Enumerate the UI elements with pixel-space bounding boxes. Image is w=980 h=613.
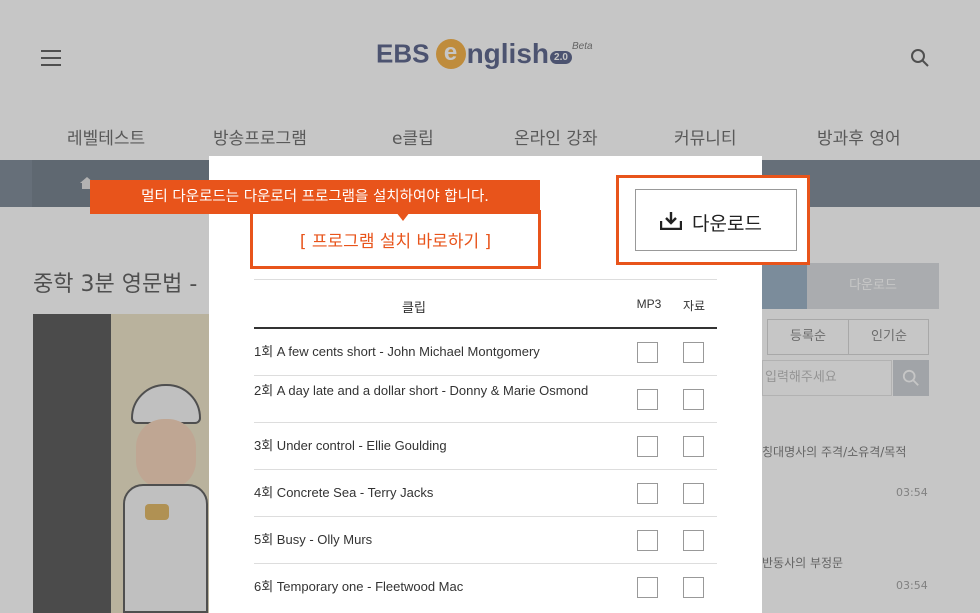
data-checkbox[interactable]	[683, 389, 704, 410]
table-row: 6회 Temporary one - Fleetwood Mac	[254, 564, 717, 611]
mp3-checkbox[interactable]	[637, 389, 658, 410]
mp3-checkbox[interactable]	[637, 483, 658, 504]
column-header-mp3: MP3	[636, 297, 662, 311]
clip-title: 3회 Under control - Ellie Goulding	[254, 438, 447, 453]
download-button-label: 다운로드	[692, 213, 762, 235]
column-header-data: 자료	[682, 299, 706, 313]
download-icon	[660, 212, 682, 230]
data-checkbox[interactable]	[683, 436, 704, 457]
install-program-link[interactable]: [ 프로그램 설치 바로하기 ]	[253, 227, 538, 252]
table-row: 3회 Under control - Ellie Goulding	[254, 423, 717, 470]
data-checkbox[interactable]	[683, 530, 704, 551]
mp3-checkbox[interactable]	[637, 436, 658, 457]
column-header-clip: 클립	[402, 301, 426, 316]
download-button[interactable]: 다운로드	[635, 189, 797, 251]
clip-title: 2회 A day late and a dollar short - Donny…	[254, 383, 589, 398]
table-header: 클립 MP3 자료	[254, 279, 717, 329]
download-highlight-frame: 다운로드	[616, 175, 810, 265]
table-row: 4회 Concrete Sea - Terry Jacks	[254, 470, 717, 517]
table-row: 5회 Busy - Olly Murs	[254, 517, 717, 564]
clip-title: 4회 Concrete Sea - Terry Jacks	[254, 485, 434, 500]
data-checkbox[interactable]	[683, 483, 704, 504]
clip-title: 1회 A few cents short - John Michael Mont…	[254, 344, 540, 359]
clip-title: 6회 Temporary one - Fleetwood Mac	[254, 579, 464, 594]
table-row: 2회 A day late and a dollar short - Donny…	[254, 376, 717, 423]
mp3-checkbox[interactable]	[637, 342, 658, 363]
clip-title: 5회 Busy - Olly Murs	[254, 532, 373, 547]
mp3-checkbox[interactable]	[637, 530, 658, 551]
table-row: 1회 A few cents short - John Michael Mont…	[254, 329, 717, 376]
mp3-checkbox[interactable]	[637, 577, 658, 598]
multi-download-notice: 멀티 다운로드는 다운로더 프로그램을 설치하여야 합니다.	[90, 180, 540, 214]
data-checkbox[interactable]	[683, 342, 704, 363]
data-checkbox[interactable]	[683, 577, 704, 598]
notice-pointer	[396, 212, 410, 221]
